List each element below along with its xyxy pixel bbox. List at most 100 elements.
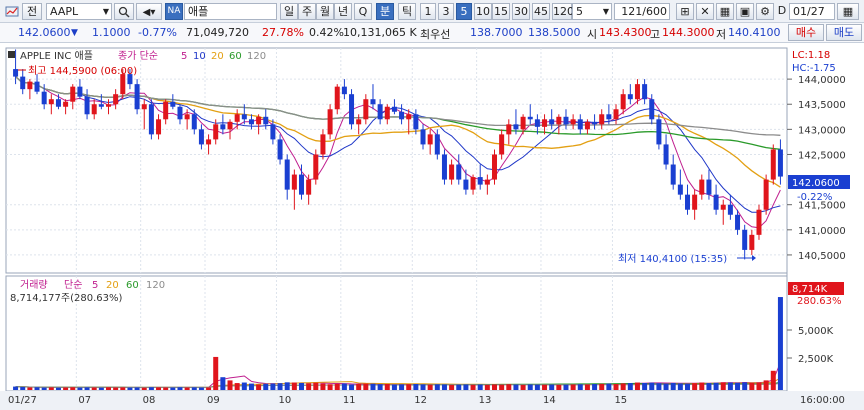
- candle: [720, 204, 726, 210]
- volume-bar: [134, 387, 140, 390]
- volume-bar: [735, 382, 741, 390]
- period-button-3[interactable]: 년: [334, 3, 352, 20]
- toolbar: 전 AAPL ▼ ◀▾ NA 애플 일주월년Q분틱 1 3 5 10 15 30 45 120…: [0, 0, 864, 23]
- volume-bar: [627, 383, 633, 390]
- interval-button-10[interactable]: 10: [474, 3, 492, 20]
- date-prefix: D: [777, 4, 787, 17]
- interval-button-1[interactable]: 1: [420, 3, 436, 20]
- period-button-2[interactable]: 월: [316, 3, 334, 20]
- candle: [670, 164, 676, 185]
- volume-bar: [720, 382, 726, 390]
- candle: [363, 99, 369, 120]
- volume-bar: [749, 382, 755, 390]
- panel-grip-icon[interactable]: [8, 51, 15, 58]
- interval-button-30[interactable]: 30: [512, 3, 530, 20]
- candle: [384, 106, 390, 120]
- period-button-5[interactable]: 분: [376, 3, 394, 20]
- sell-button[interactable]: 매도: [826, 24, 862, 41]
- candle: [406, 114, 412, 120]
- candle: [41, 91, 47, 105]
- volume-bar: [148, 387, 154, 390]
- period-button-4[interactable]: Q: [354, 3, 372, 20]
- price-change-pct: -0.77%: [138, 26, 177, 39]
- volume-bar: [370, 383, 376, 390]
- calendar-button[interactable]: ▦: [837, 3, 859, 20]
- candle: [141, 104, 147, 110]
- interval-button-120[interactable]: 120: [552, 3, 574, 20]
- volume-bar: [263, 383, 269, 390]
- candle: [449, 164, 455, 180]
- candle: [156, 119, 162, 135]
- interval-button-3[interactable]: 3: [438, 3, 454, 20]
- candle: [484, 179, 490, 185]
- grid-button[interactable]: ⊞: [676, 3, 694, 20]
- vol-ma-period-60: 60: [126, 280, 139, 291]
- interval-select[interactable]: 5 ▼: [572, 3, 612, 20]
- sound-button[interactable]: ◀▾: [136, 3, 162, 20]
- interval-button-5[interactable]: 5: [456, 3, 472, 20]
- volume-bar: [684, 383, 691, 390]
- price-tick-label: 144,0000: [798, 75, 846, 86]
- volume: 71,049,720: [186, 26, 249, 39]
- volume-tag-text: 8,714K: [792, 284, 828, 295]
- date-field[interactable]: 01/27: [789, 3, 835, 20]
- symbol-input[interactable]: AAPL ▼: [46, 3, 112, 20]
- candle: [420, 129, 426, 145]
- volume-bar: [763, 380, 769, 390]
- candle: [277, 139, 283, 160]
- volume-bar: [434, 384, 440, 390]
- price-change: 1.1000: [92, 26, 131, 39]
- volume-bar: [184, 387, 190, 390]
- candle: [113, 94, 119, 105]
- candle: [634, 84, 640, 100]
- speaker-icon: ◀▾: [142, 7, 156, 18]
- period-button-6[interactable]: 틱: [398, 3, 416, 20]
- candle: [270, 124, 276, 140]
- volume-bar: [570, 384, 576, 390]
- bar-count-field[interactable]: 121/600: [614, 3, 670, 20]
- crosshair-button[interactable]: ✕: [696, 3, 714, 20]
- price-volume-chart[interactable]: APPLE INC 애플 종가 단순 5 10 20 60 120 최고 144…: [0, 44, 864, 410]
- volume-bar: [284, 382, 290, 390]
- volume-bar: [713, 382, 719, 390]
- interval-button-45[interactable]: 45: [532, 3, 550, 20]
- low-annotation: 최저 140,4100 (15:35): [618, 253, 727, 265]
- volume-bar: [291, 382, 297, 390]
- volume-panel-title: 거래량: [20, 279, 48, 291]
- volume-bar: [191, 387, 197, 390]
- volume-bar: [670, 382, 676, 390]
- volume-bar: [556, 384, 562, 390]
- lc-label: LC:1.18: [792, 50, 830, 61]
- candle: [763, 179, 769, 210]
- layout-button[interactable]: ▦: [716, 3, 734, 20]
- mode-button[interactable]: 전: [22, 3, 42, 20]
- candle: [727, 204, 733, 215]
- candle: [256, 116, 262, 125]
- volume-bar: [692, 383, 698, 390]
- volume-bar: [277, 383, 283, 390]
- time-tick-label: 12: [414, 395, 427, 406]
- period-button-0[interactable]: 일: [280, 3, 298, 20]
- trade-amount: 10,131,065 K: [343, 26, 417, 39]
- time-tick-label: 14: [543, 395, 556, 406]
- settings-button[interactable]: ⚙: [756, 3, 774, 20]
- volume-bar: [470, 384, 476, 390]
- candle: [649, 99, 655, 120]
- volume-bar: [427, 384, 433, 390]
- volume-bar: [584, 384, 590, 390]
- period-button-1[interactable]: 주: [298, 3, 316, 20]
- candle: [599, 114, 605, 125]
- volume-tag-pct: 280.63%: [797, 296, 842, 307]
- interval-button-15[interactable]: 15: [492, 3, 510, 20]
- candle: [105, 104, 112, 107]
- search-button[interactable]: [114, 3, 134, 20]
- search-icon: [118, 6, 130, 18]
- candle: [349, 94, 355, 125]
- candle: [34, 81, 40, 92]
- current-price-pct: -0.22%: [797, 192, 832, 203]
- candle: [98, 104, 104, 107]
- buy-button[interactable]: 매수: [788, 24, 824, 41]
- chevron-down-icon: ▼: [602, 7, 609, 16]
- symbol-dropdown-icon[interactable]: ▼: [103, 4, 109, 19]
- save-button[interactable]: ▣: [736, 3, 754, 20]
